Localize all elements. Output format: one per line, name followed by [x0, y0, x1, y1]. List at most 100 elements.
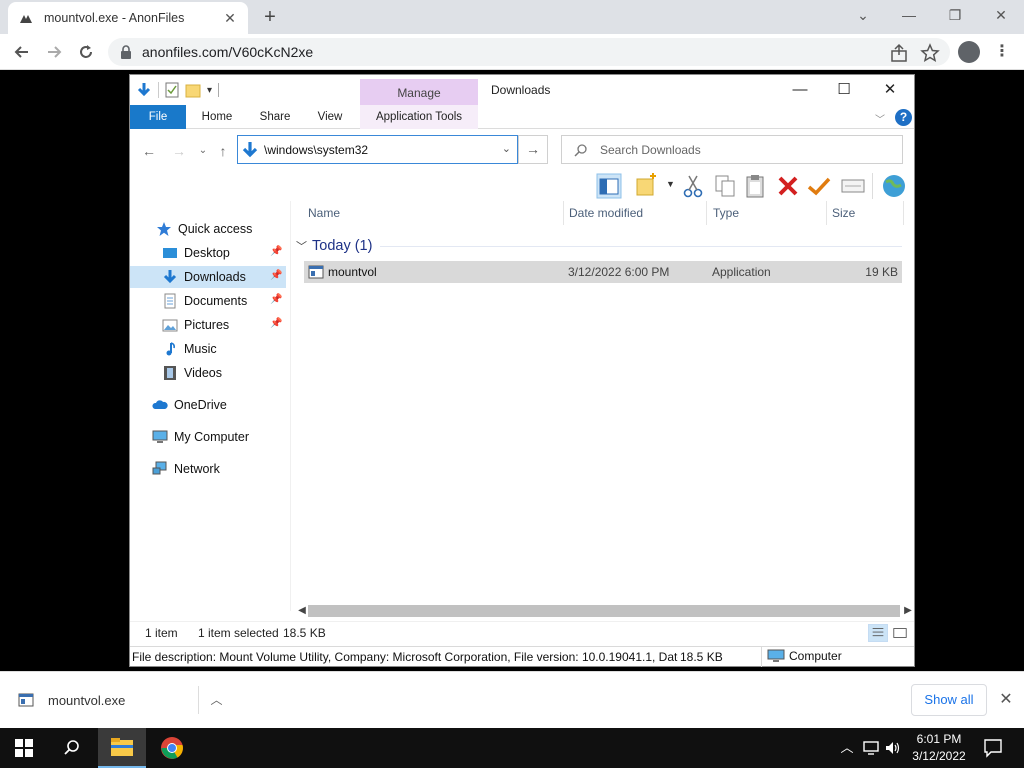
explorer-close-button[interactable]: ✕: [868, 79, 912, 101]
folder-icon: [111, 738, 133, 756]
rename-check-icon[interactable]: [806, 173, 832, 199]
taskbar-file-explorer[interactable]: [98, 728, 146, 768]
quick-access-toolbar: ▾: [136, 81, 220, 99]
explorer-address-field[interactable]: ⌄: [237, 135, 518, 164]
taskbar-chrome[interactable]: [148, 728, 196, 768]
close-window-button[interactable]: ✕: [978, 4, 1024, 28]
properties-window-icon[interactable]: [840, 173, 866, 199]
forward-button[interactable]: [41, 39, 67, 65]
back-button[interactable]: [9, 39, 35, 65]
show-hidden-icons-icon[interactable]: ︿: [838, 738, 856, 758]
nav-desktop-label: Desktop: [184, 246, 230, 260]
browser-menu-icon[interactable]: ⋮: [994, 42, 1010, 62]
pictures-icon: [162, 319, 178, 332]
address-bar[interactable]: anonfiles.com/V60cKcN2xe: [108, 38, 950, 66]
nav-documents[interactable]: Documents 📌: [130, 290, 286, 312]
nav-onedrive[interactable]: OneDrive: [152, 394, 286, 416]
paste-icon[interactable]: [743, 173, 769, 199]
large-icons-view-icon[interactable]: [890, 624, 910, 642]
help-icon[interactable]: ?: [895, 109, 912, 126]
recent-locations-icon[interactable]: ⌄: [194, 142, 212, 160]
explorer-forward-button[interactable]: →: [170, 142, 188, 160]
tab-view[interactable]: View: [305, 105, 355, 129]
pin-icon[interactable]: 📌: [270, 270, 282, 284]
explorer-maximize-button[interactable]: ☐: [822, 79, 866, 101]
tab-home[interactable]: Home: [192, 105, 242, 129]
new-tab-button[interactable]: +: [258, 6, 282, 28]
address-input[interactable]: [264, 142, 494, 157]
restore-button[interactable]: ❐: [932, 4, 978, 28]
file-name: mountvol: [328, 265, 377, 279]
explorer-back-button[interactable]: ←: [140, 142, 158, 160]
file-row[interactable]: mountvol 3/12/2022 6:00 PM Application 1…: [304, 261, 902, 283]
globe-icon[interactable]: [881, 173, 907, 199]
taskbar-search-button[interactable]: [48, 728, 96, 768]
system-clock[interactable]: 6:01 PM 3/12/2022: [900, 731, 978, 765]
pin-icon[interactable]: 📌: [270, 294, 282, 308]
bookmark-star-icon[interactable]: [920, 43, 940, 63]
copy-icon[interactable]: [712, 173, 738, 199]
column-header-size[interactable]: Size: [826, 201, 904, 225]
nav-quick-access[interactable]: Quick access: [156, 218, 286, 240]
show-all-button[interactable]: Show all: [911, 684, 987, 716]
pin-icon[interactable]: 📌: [270, 318, 282, 332]
downloads-arrow-icon: [242, 141, 258, 157]
details-separator: [761, 647, 762, 667]
nav-network[interactable]: Network: [152, 458, 286, 480]
tab-search-icon[interactable]: ⌄: [840, 4, 886, 28]
nav-my-computer[interactable]: My Computer: [152, 426, 286, 448]
tab-share[interactable]: Share: [250, 105, 300, 129]
pin-icon[interactable]: 📌: [270, 246, 282, 260]
properties-icon[interactable]: [165, 82, 179, 98]
expand-ribbon-icon[interactable]: ﹀: [875, 111, 885, 126]
address-dropdown-icon[interactable]: ⌄: [502, 142, 511, 155]
action-center-icon[interactable]: [982, 736, 1004, 760]
taskbar: ︿ 6:01 PM 3/12/2022: [0, 728, 1024, 768]
delete-icon[interactable]: [775, 173, 801, 199]
close-shelf-icon[interactable]: ✕: [996, 688, 1016, 712]
tab-file[interactable]: File: [130, 105, 186, 129]
nav-desktop[interactable]: Desktop 📌: [130, 242, 286, 264]
search-box[interactable]: [561, 135, 903, 164]
qat-dropdown-icon[interactable]: ▾: [207, 85, 212, 96]
nav-pictures[interactable]: Pictures 📌: [130, 314, 286, 336]
browser-tab[interactable]: mountvol.exe - AnonFiles ✕: [8, 2, 248, 34]
nav-music[interactable]: Music: [130, 338, 286, 360]
network-status-icon[interactable]: [862, 738, 880, 758]
document-icon: [164, 293, 176, 309]
file-explorer-window: ▾ Manage Downloads — ☐ ✕ File Home Share…: [129, 74, 915, 667]
nav-documents-label: Documents: [184, 294, 248, 308]
tab-close-icon[interactable]: ✕: [222, 10, 238, 26]
group-header[interactable]: ﹀ Today (1): [296, 235, 908, 257]
collapse-group-icon[interactable]: ﹀: [296, 238, 310, 254]
nav-downloads[interactable]: Downloads 📌: [130, 266, 286, 288]
go-to-button[interactable]: →: [518, 135, 548, 164]
scroll-left-icon[interactable]: ◀: [296, 603, 308, 619]
new-folder-icon[interactable]: [185, 82, 201, 98]
nav-videos[interactable]: Videos: [130, 362, 286, 384]
download-options-chevron-icon[interactable]: ︿: [198, 686, 234, 714]
column-header-type[interactable]: Type: [707, 201, 827, 225]
cut-icon[interactable]: [680, 173, 706, 199]
share-icon[interactable]: [889, 43, 909, 63]
column-header-name[interactable]: Name: [302, 201, 564, 225]
new-item-dropdown-icon[interactable]: ▼: [666, 179, 675, 189]
scroll-right-icon[interactable]: ▶: [902, 603, 914, 619]
tab-application-tools[interactable]: Application Tools: [360, 105, 478, 129]
details-view-icon[interactable]: [868, 624, 888, 642]
reload-button[interactable]: [73, 39, 99, 65]
preview-pane-icon[interactable]: [596, 173, 622, 199]
new-item-icon[interactable]: [634, 173, 660, 199]
manage-contextual-tab[interactable]: Manage: [360, 79, 478, 105]
search-input[interactable]: [600, 142, 890, 157]
scrollbar-thumb[interactable]: [308, 605, 900, 617]
start-button[interactable]: [0, 728, 48, 768]
nav-quick-access-label: Quick access: [178, 222, 253, 236]
minimize-button[interactable]: —: [886, 4, 932, 28]
profile-avatar-icon[interactable]: [958, 41, 980, 63]
download-item[interactable]: mountvol.exe ︿: [8, 680, 234, 720]
up-one-level-button[interactable]: ↑: [214, 142, 232, 160]
column-header-date-modified[interactable]: Date modified: [563, 201, 707, 225]
horizontal-scrollbar[interactable]: ◀ ▶: [296, 603, 914, 619]
explorer-minimize-button[interactable]: —: [778, 79, 822, 101]
